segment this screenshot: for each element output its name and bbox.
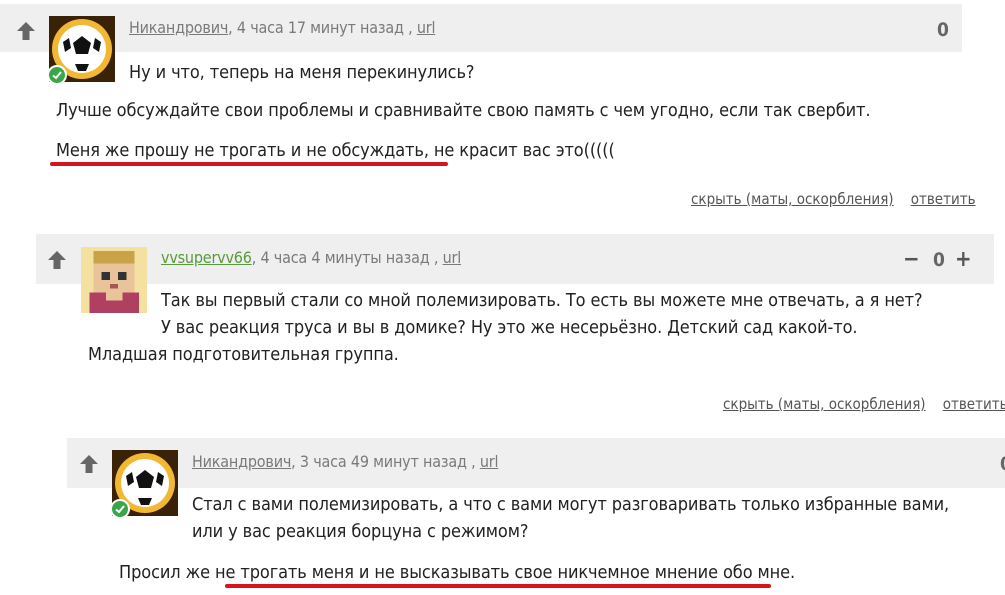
comment-text-line: Лучше обсуждайте свои проблемы и сравнив… (56, 100, 871, 121)
upvote-arrow-icon[interactable] (78, 453, 100, 475)
pixel-avatar[interactable] (81, 247, 147, 313)
red-underline-annotation (225, 584, 771, 588)
comment-text-line: Меня же прошу не трогать и не обсуждать,… (56, 140, 615, 161)
reply-link[interactable]: ответить (911, 190, 976, 208)
comment-meta: vvsupervv66, 4 часа 4 минуты назад , url (161, 248, 461, 267)
comment-text-line: Так вы первый стали со мной полемизирова… (161, 290, 923, 311)
url-link[interactable]: url (443, 248, 462, 267)
upvote-arrow-icon[interactable] (15, 20, 37, 42)
comment-text-line: Просил же не трогать меня и не высказыва… (119, 562, 796, 583)
comment-text-line: или у вас реакция борцуна с режимом? (192, 521, 529, 542)
author-link[interactable]: Никандрович (129, 18, 228, 37)
red-underline-annotation (50, 162, 448, 166)
comment-text-line: У вас реакция труса и вы в домике? Ну эт… (161, 317, 858, 338)
verified-check-icon (47, 65, 67, 85)
verified-check-icon (110, 499, 130, 519)
author-link[interactable]: Никандрович (192, 452, 291, 471)
comment-meta: Никандрович, 3 часа 49 минут назад , url (192, 452, 498, 471)
comment-text-line: Стал с вами полемизировать, а что с вами… (192, 494, 950, 515)
hide-link[interactable]: скрыть (маты, оскорбления) (723, 395, 926, 413)
author-link[interactable]: vvsupervv66 (161, 248, 252, 267)
url-link[interactable]: url (417, 18, 436, 37)
comment-meta: Никандрович, 4 часа 17 минут назад , url (129, 18, 435, 37)
downvote-button[interactable]: − (903, 249, 920, 271)
timestamp: , 3 часа 49 минут назад , (291, 452, 480, 471)
comment-actions: скрыть (маты, оскорбления) ответить (691, 190, 976, 208)
reply-link[interactable]: ответить (943, 395, 1005, 413)
timestamp: , 4 часа 17 минут назад , (228, 18, 417, 37)
hide-link[interactable]: скрыть (маты, оскорбления) (691, 190, 894, 208)
url-link[interactable]: url (480, 452, 499, 471)
comment-actions: скрыть (маты, оскорбления) ответить (723, 395, 1005, 413)
upvote-button[interactable]: + (955, 249, 972, 271)
upvote-arrow-icon[interactable] (46, 249, 68, 271)
score: 0 (1000, 453, 1005, 475)
score: 0 (933, 249, 945, 271)
timestamp: , 4 часа 4 минуты назад , (251, 248, 443, 267)
comment-text-line: Младшая подготовительная группа. (88, 344, 399, 365)
score: 0 (937, 19, 949, 41)
comment-text-line: Ну и что, теперь на меня перекинулись? (129, 62, 475, 83)
